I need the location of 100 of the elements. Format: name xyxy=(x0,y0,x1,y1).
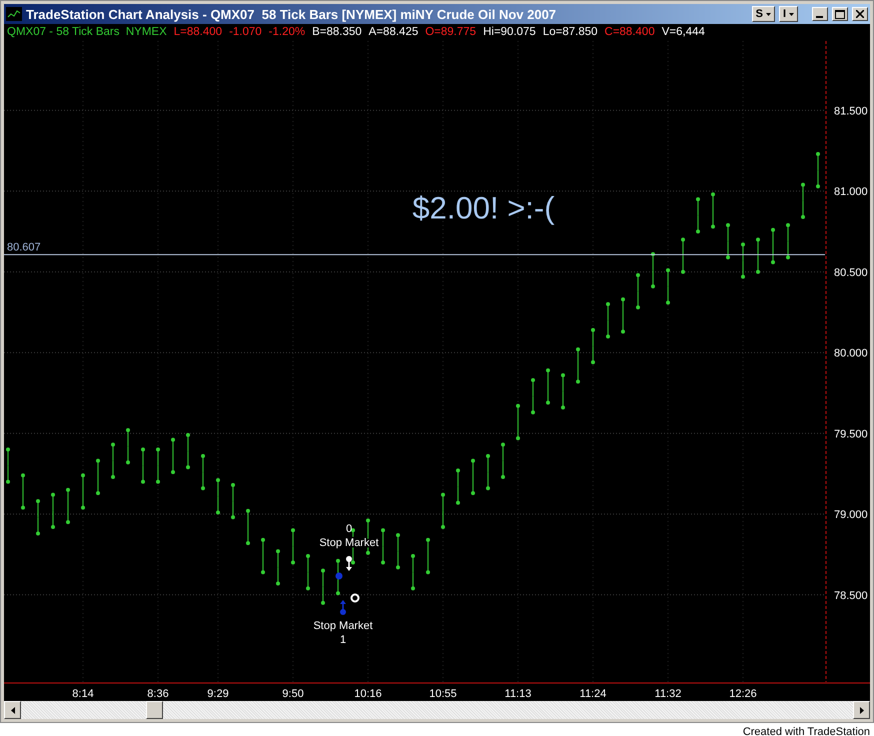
low-point xyxy=(771,260,775,264)
high-point xyxy=(51,492,55,497)
axis-label: 11:24 xyxy=(580,688,606,700)
high-point xyxy=(501,442,505,447)
low-point xyxy=(51,525,55,529)
close-button[interactable] xyxy=(852,7,868,21)
low-point xyxy=(696,230,700,234)
low-point xyxy=(111,474,115,479)
high-point xyxy=(516,404,520,408)
window-title: TradeStation Chart Analysis - QMX07 58 Tick Bars [NYMEX] miNY Crude Oil Nov 2007 xyxy=(26,6,558,22)
quote-field: B=88.350 xyxy=(312,26,362,39)
low-point xyxy=(426,570,430,574)
right-arrow-icon xyxy=(860,706,864,714)
low-point xyxy=(366,550,370,555)
price-line-label: 80.607 xyxy=(7,242,41,254)
scroll-right-button[interactable] xyxy=(853,701,870,719)
low-point xyxy=(411,586,415,590)
low-point xyxy=(156,480,160,484)
low-point xyxy=(306,586,310,590)
low-point xyxy=(816,184,820,188)
high-point xyxy=(66,488,70,492)
low-point xyxy=(441,525,445,529)
low-point xyxy=(261,570,265,574)
quote-field: QMX07 - 58 Tick Bars NYMEX xyxy=(7,26,167,39)
low-point xyxy=(231,515,235,520)
low-point xyxy=(621,330,625,334)
low-point xyxy=(636,305,640,310)
quote-field: -1.20% xyxy=(268,26,306,39)
low-point xyxy=(501,474,505,479)
high-point xyxy=(771,228,775,232)
high-point xyxy=(801,182,805,187)
low-point xyxy=(561,406,565,410)
high-point xyxy=(726,223,730,228)
axis-label: 81.500 xyxy=(834,105,868,118)
axis-label: 10:55 xyxy=(429,688,457,700)
high-point xyxy=(591,328,595,332)
dropdown-button[interactable]: I xyxy=(778,6,798,22)
low-point xyxy=(381,560,385,565)
low-point xyxy=(456,500,460,505)
quote-field: -1.070 xyxy=(229,26,262,39)
high-point xyxy=(306,554,310,558)
high-point xyxy=(561,373,565,378)
scroll-left-button[interactable] xyxy=(4,701,21,719)
low-point xyxy=(21,506,25,510)
high-point xyxy=(96,458,100,463)
quote-field: O=89.775 xyxy=(425,26,476,39)
high-point xyxy=(651,252,655,256)
high-point xyxy=(486,454,490,458)
high-point xyxy=(231,483,235,488)
maximize-icon xyxy=(835,10,845,18)
minimize-button[interactable] xyxy=(812,7,828,21)
axis-label: 9:29 xyxy=(207,688,229,700)
fill-marker-icon xyxy=(350,594,360,602)
low-point xyxy=(576,380,580,384)
horizontal-scrollbar[interactable] xyxy=(4,701,870,719)
low-point xyxy=(801,215,805,219)
high-point xyxy=(366,518,370,523)
low-point xyxy=(726,255,730,260)
high-point xyxy=(786,223,790,228)
axis-label: 9:50 xyxy=(282,688,304,700)
low-point xyxy=(6,480,10,484)
low-point xyxy=(711,224,715,229)
high-point xyxy=(696,197,700,202)
high-point xyxy=(36,499,40,504)
axis-label: 11:13 xyxy=(504,688,532,700)
high-point xyxy=(126,428,130,432)
axis-label: 10:16 xyxy=(354,688,382,700)
order-dot-icon xyxy=(336,572,342,580)
high-point xyxy=(246,508,250,513)
maximize-button[interactable] xyxy=(832,7,848,21)
axis-label: 8:14 xyxy=(72,688,94,700)
high-point xyxy=(216,478,220,482)
high-point xyxy=(426,538,430,542)
high-point xyxy=(441,492,445,497)
low-point xyxy=(651,284,655,288)
high-point xyxy=(576,347,580,352)
low-point xyxy=(591,360,595,364)
axis-label: 80.000 xyxy=(834,348,868,360)
high-point xyxy=(816,152,820,156)
low-point xyxy=(126,460,130,464)
credit-text: Created with TradeStation xyxy=(742,726,870,736)
low-point xyxy=(681,270,685,274)
low-point xyxy=(321,600,325,605)
high-point xyxy=(411,554,415,558)
high-point xyxy=(156,448,160,452)
scroll-thumb[interactable] xyxy=(146,701,163,719)
high-point xyxy=(186,432,190,437)
low-point xyxy=(201,486,205,490)
high-point xyxy=(666,268,670,272)
high-point xyxy=(621,297,625,302)
low-point xyxy=(471,491,475,496)
low-point xyxy=(141,480,145,484)
high-point xyxy=(201,454,205,458)
quote-field: Lo=87.850 xyxy=(542,26,598,39)
high-point xyxy=(321,568,325,573)
low-point xyxy=(606,334,610,338)
high-point xyxy=(681,238,685,242)
low-point xyxy=(336,591,340,596)
dropdown-button[interactable]: S xyxy=(752,6,775,22)
chart-app-icon xyxy=(6,7,22,21)
